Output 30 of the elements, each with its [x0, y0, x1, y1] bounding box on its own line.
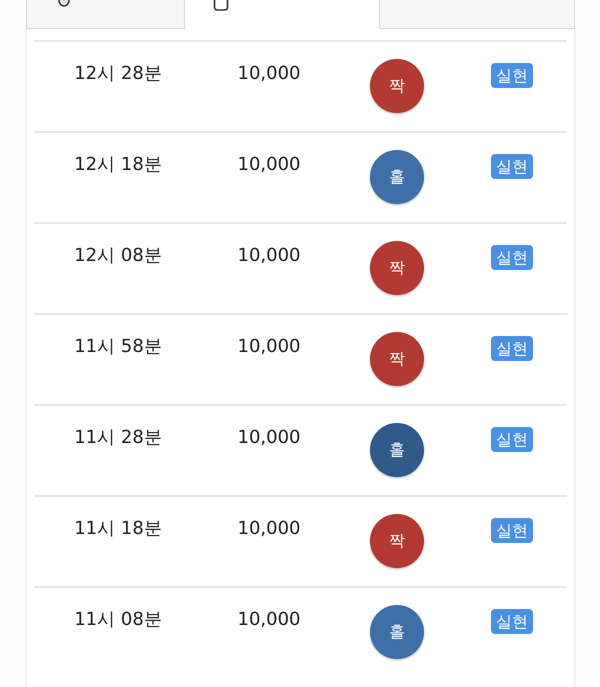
- status-tag: 실현: [491, 518, 533, 543]
- time-text: 11시 28분: [74, 427, 162, 449]
- time-text: 12시 08분: [74, 245, 162, 267]
- time-text: 11시 08분: [74, 609, 162, 631]
- time-text: 11시 58분: [74, 336, 162, 358]
- tab[interactable]: [380, 0, 575, 29]
- status-tag: 실현: [491, 154, 533, 179]
- result-ball: 홀: [370, 150, 424, 204]
- amount-text: 10,000: [238, 609, 300, 631]
- result-ball: 짝: [370, 241, 424, 295]
- amount-text: 10,000: [238, 63, 300, 85]
- time-text: 12시 18분: [74, 154, 162, 176]
- amount-text: 10,000: [238, 245, 300, 267]
- result-ball: 짝: [370, 332, 424, 386]
- time-text: 11시 18분: [74, 518, 162, 540]
- result-ball: 홀: [370, 423, 424, 477]
- amount-text: 10,000: [238, 336, 300, 358]
- result-ball: 짝: [370, 59, 424, 113]
- status-tag: 실현: [491, 609, 533, 634]
- result-ball: 홀: [370, 605, 424, 659]
- result-ball: 짝: [370, 514, 424, 568]
- amount-text: 10,000: [238, 427, 300, 449]
- status-tag: 실현: [491, 245, 533, 270]
- tab[interactable]: [26, 0, 185, 29]
- time-text: 12시 28분: [74, 63, 162, 85]
- status-tag: 실현: [491, 427, 533, 452]
- amount-text: 10,000: [238, 154, 300, 176]
- status-tag: 실현: [491, 336, 533, 361]
- amount-text: 10,000: [238, 518, 300, 540]
- status-tag: 실현: [491, 63, 533, 88]
